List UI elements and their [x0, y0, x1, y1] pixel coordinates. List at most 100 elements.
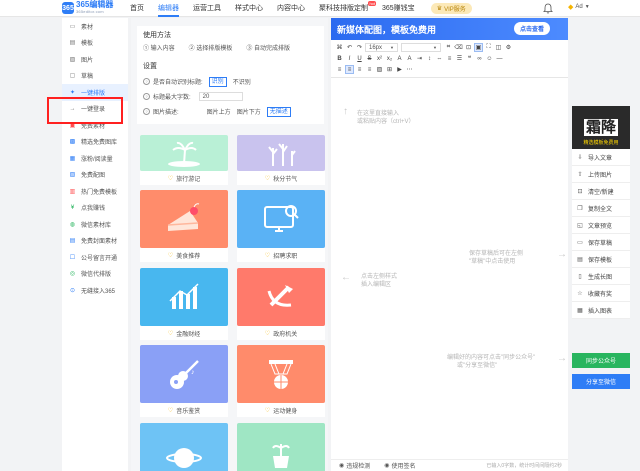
account-menu[interactable]: ◆ Ad ▼ [568, 3, 590, 11]
ordered-list-icon[interactable]: ≡ [445, 54, 454, 63]
sidebar-item[interactable]: ▤ 模板 [62, 35, 128, 52]
underline-icon[interactable]: U [355, 54, 364, 63]
template-card-autumn[interactable]: ♡ 秋分节气 [237, 135, 325, 185]
layout-settings: 使用方法 ① 输入内容 ② 选择排版模板 ③ 自动完成排版 设置 ? 是否自动识… [137, 26, 324, 124]
action-button[interactable]: ▦ 插入图表 [572, 302, 630, 319]
share-wechat-button[interactable]: 分享至微信 [572, 374, 630, 389]
sidebar-item[interactable]: ⊙ 无缝接入365 [62, 282, 128, 299]
template-card-finance[interactable]: ♡ 金融财经 [140, 268, 228, 340]
nav-style-center[interactable]: 样式中心 [235, 0, 263, 17]
template-card-government[interactable]: ♡ 政府机关 [237, 268, 325, 340]
bold-icon[interactable]: B [335, 54, 344, 63]
image-desc-none-option[interactable]: 无描述 [266, 106, 291, 117]
subscript-icon[interactable]: x₂ [385, 54, 394, 63]
font-color-icon[interactable]: A [395, 54, 404, 63]
wechat-icon: ◎ [69, 271, 76, 278]
sidebar-item[interactable]: ▭ 素材 [62, 18, 128, 35]
template-card-sports[interactable]: ♡ 运动健身 [237, 345, 325, 417]
vip-button[interactable]: ♛ VIP服务 [430, 2, 472, 14]
promo-banner[interactable]: 新媒体配图，模板免费用 点击查看 [331, 18, 568, 40]
indent-icon[interactable]: ⇥ [415, 54, 424, 63]
template-card-plant[interactable] [237, 423, 325, 471]
banner-cta-button[interactable]: 点击查看 [513, 22, 550, 35]
font-family-select[interactable]: ▼ [400, 43, 441, 52]
preview-icon[interactable]: ◫ [494, 43, 503, 52]
sidebar-item[interactable]: ▧ 免费配图 [62, 167, 128, 184]
template-card-space[interactable] [140, 423, 228, 471]
fullscreen-icon[interactable]: ⛶ [484, 43, 493, 52]
action-button[interactable]: ☆ 收藏有奖 [572, 285, 630, 302]
sidebar-item[interactable]: ▦ 涨粉/阅读量 [62, 150, 128, 167]
template-card-food[interactable]: ♡ 美食推荐 [140, 190, 228, 262]
template-card-music[interactable]: ♪ ♡ 音乐鉴赏 [140, 345, 228, 417]
auto-title-off-option[interactable]: 不识别 [233, 77, 251, 86]
image-desc-below-option[interactable]: 图片下方 [237, 107, 261, 116]
action-button[interactable]: ❐ 复制全文 [572, 200, 630, 217]
nav-home[interactable]: 首页 [130, 0, 144, 17]
action-button[interactable]: ▯ 生成长图 [572, 268, 630, 285]
letter-spacing-icon[interactable]: ⇔ [435, 54, 444, 63]
sidebar-item[interactable]: ☐ 公号留言开通 [62, 249, 128, 266]
nav-ops-tools[interactable]: 运营工具 [193, 0, 221, 17]
nav-earn[interactable]: 365赚钱宝 [382, 0, 415, 17]
template-card-recruit[interactable]: ♡ 招聘求职 [237, 190, 325, 262]
sidebar-item[interactable]: ◎ 微信代排版 [62, 266, 128, 283]
action-button[interactable]: ▭ 保存草稿 [572, 234, 630, 251]
strikethrough-icon[interactable]: S [365, 54, 374, 63]
more-icon[interactable]: ⋯ [405, 65, 414, 74]
action-button[interactable]: ⇩ 导入文章 [572, 149, 630, 166]
logo[interactable]: 365 365编辑器 365editor.com [62, 1, 130, 15]
sidebar-item[interactable]: ▢ 草稿 [62, 68, 128, 85]
emoji-icon[interactable]: ☺ [485, 54, 494, 63]
image-desc-above-option[interactable]: 图片上方 [207, 107, 231, 116]
upload-icon: ⇧ [577, 171, 583, 178]
line-spacing-icon[interactable]: ↕ [425, 54, 434, 63]
sync-wechat-button[interactable]: 同步公众号 [572, 353, 630, 368]
sidebar-item[interactable]: ▤ 免费封面素材 [62, 233, 128, 250]
align-right-icon[interactable]: ≡ [355, 65, 364, 74]
align-center-icon[interactable]: ≡ [345, 65, 354, 74]
source-icon[interactable]: ⌘ [335, 43, 344, 52]
align-justify-icon[interactable]: ≡ [365, 65, 374, 74]
layout-toggle-icon[interactable]: ▣ [473, 43, 483, 52]
video-icon[interactable]: ▶ [395, 65, 404, 74]
sidebar-item[interactable]: ◍ 微信素材库 [62, 216, 128, 233]
quote-icon[interactable]: ❝ [465, 54, 474, 63]
undo-icon[interactable]: ↶ [345, 43, 354, 52]
sidebar-item[interactable]: ¥ 点我赚钱 [62, 200, 128, 217]
italic-icon[interactable]: I [345, 54, 354, 63]
auto-title-on-option[interactable]: 识别 [208, 76, 227, 87]
clear-icon: ⊡ [577, 188, 583, 195]
font-size-select[interactable]: 16px ▼ [365, 43, 398, 52]
action-button[interactable]: ⇧ 上传图片 [572, 166, 630, 183]
format-icon[interactable]: ⌗ [444, 43, 453, 52]
template-card-travel[interactable]: ♡ 旅行游记 [140, 135, 228, 185]
action-button[interactable]: ◱ 文章预览 [572, 217, 630, 234]
bell-icon[interactable] [543, 3, 553, 14]
table-icon[interactable]: ⊞ [385, 65, 394, 74]
eraser-icon[interactable]: ⌫ [454, 43, 463, 52]
nav-custom-layout[interactable]: 聚科技排版定制 hot [319, 0, 376, 17]
redo-icon[interactable]: ↷ [355, 43, 364, 52]
sidebar-item[interactable]: ▥ 热门免费模板 [62, 183, 128, 200]
action-button[interactable]: ⊡ 清空/新建 [572, 183, 630, 200]
nav-content-center[interactable]: 内容中心 [277, 0, 305, 17]
image-icon[interactable]: ▨ [375, 65, 384, 74]
superscript-icon[interactable]: x² [375, 54, 384, 63]
unordered-list-icon[interactable]: ☰ [455, 54, 464, 63]
action-label: 保存草稿 [588, 240, 613, 247]
divider-icon[interactable]: — [495, 54, 504, 63]
link-icon[interactable]: ∞ [475, 54, 484, 63]
violation-check-toggle[interactable]: 违规检测 [346, 461, 370, 470]
nav-editor[interactable]: 编辑器 [158, 0, 179, 17]
signature-toggle[interactable]: 使用签名 [392, 461, 416, 470]
lock-icon[interactable]: ⊡ [464, 43, 473, 52]
settings-icon[interactable]: ⚙ [504, 43, 513, 52]
sidebar-item-label: 草稿 [81, 74, 94, 81]
action-button[interactable]: ▤ 保存模板 [572, 251, 630, 268]
max-title-input[interactable]: 20 [198, 92, 243, 101]
sidebar-item[interactable]: ▩ 精选免费图库 [62, 134, 128, 151]
align-left-icon[interactable]: ≡ [335, 65, 344, 74]
highlight-icon[interactable]: A [405, 54, 414, 63]
sidebar-item[interactable]: ▨ 图片 [62, 51, 128, 68]
